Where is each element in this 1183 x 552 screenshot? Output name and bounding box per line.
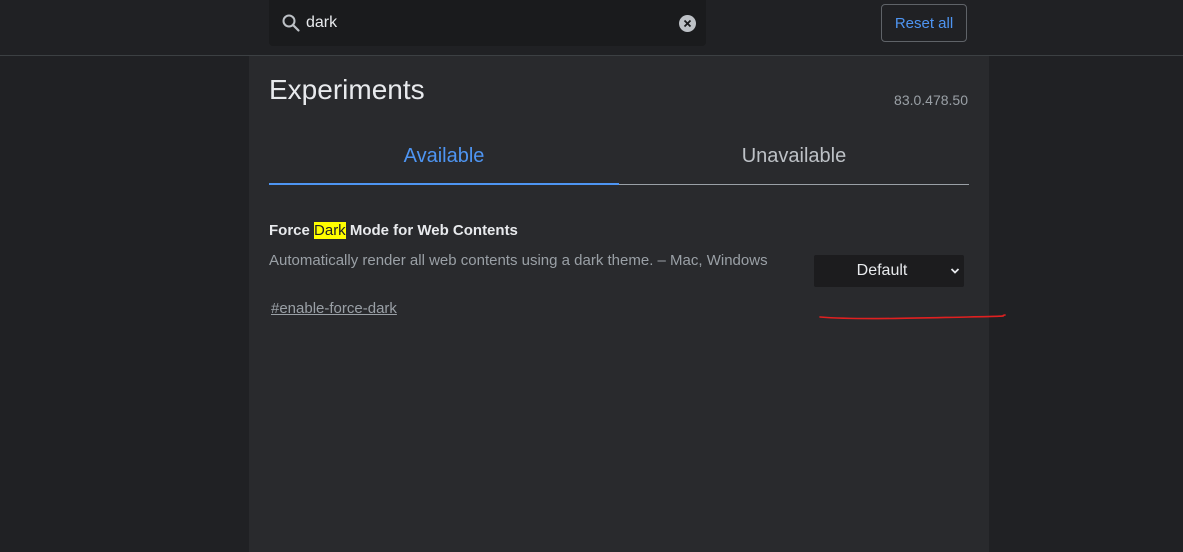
reset-all-button[interactable]: Reset all	[881, 4, 967, 42]
tab-unavailable[interactable]: Unavailable	[619, 136, 969, 183]
experiments-panel: Experiments 83.0.478.50 Available Unavai…	[249, 56, 989, 552]
search-highlight: Dark	[314, 222, 346, 239]
version-label: 83.0.478.50	[894, 92, 968, 108]
chevron-down-icon	[950, 268, 960, 274]
red-underline-annotation	[819, 314, 1006, 320]
tab-available[interactable]: Available	[269, 136, 619, 185]
experiment-description: Automatically render all web contents us…	[269, 252, 768, 269]
experiment-title-suffix: Mode for Web Contents	[345, 222, 518, 239]
experiment-permalink[interactable]: #enable-force-dark	[271, 300, 397, 317]
tab-bar: Available Unavailable	[269, 136, 969, 185]
top-bar: Reset all	[0, 0, 1183, 56]
search-box[interactable]	[269, 0, 706, 46]
select-value: Default	[856, 262, 908, 279]
search-input[interactable]	[306, 10, 666, 36]
close-circle-icon[interactable]	[679, 15, 696, 32]
experiment-title-prefix: Force	[269, 222, 315, 239]
experiment-state-select[interactable]: Default	[814, 255, 964, 287]
experiment-title: Force Dark Mode for Web Contents	[269, 222, 518, 239]
search-icon	[282, 14, 300, 32]
page-title: Experiments	[269, 74, 425, 105]
